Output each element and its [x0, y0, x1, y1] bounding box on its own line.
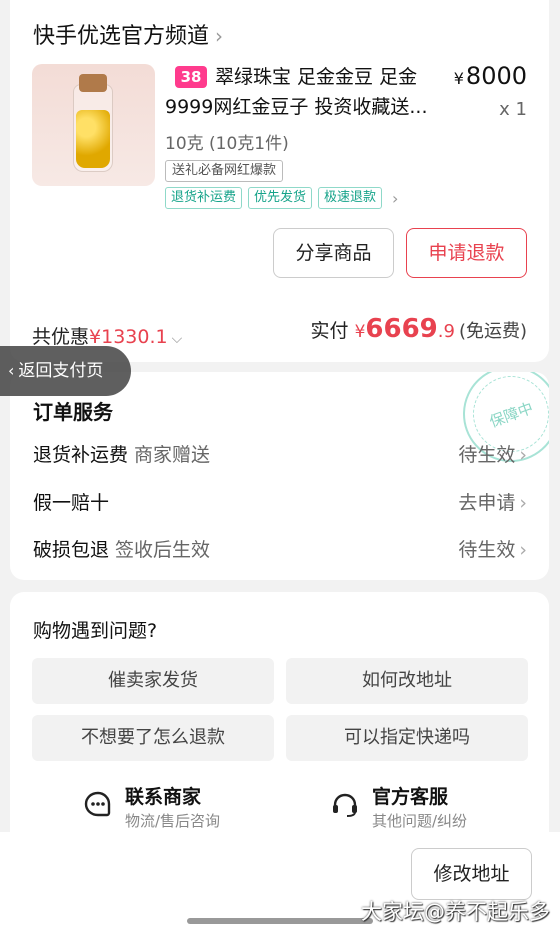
service-row-return-shipping[interactable]: 退货补运费 商家赠送 待生效 › — [33, 440, 527, 470]
shop-name: 快手优选官方频道 — [33, 24, 210, 49]
service-tag: 退货补运费 — [165, 187, 243, 209]
contact-title: 官方客服 — [372, 786, 449, 808]
shop-name-link[interactable]: 快手优选官方频道 › — [33, 18, 223, 50]
modify-address-button[interactable]: 修改地址 — [411, 848, 532, 900]
paid-currency: ¥ — [354, 322, 366, 342]
status-text: 待生效 — [458, 539, 516, 561]
gift-tag: 送礼必备网红爆款 — [165, 160, 284, 182]
question-button[interactable]: 催卖家发货 — [32, 658, 274, 704]
order-services-card: 订单服务 保障中 退货补运费 商家赠送 待生效 › 假一赔十 去申请 › 破损包退 签收… — [10, 372, 549, 580]
chevron-right-icon: › — [392, 188, 399, 208]
official-service-button[interactable]: 官方客服 其他问题/纠纷 — [330, 782, 510, 832]
paid-decimal: .9 — [437, 321, 455, 342]
service-status: 去申请 › — [458, 488, 527, 515]
promo-38-badge: 38 — [175, 66, 207, 88]
chevron-left-icon: ‹ — [8, 361, 15, 380]
share-product-button[interactable]: 分享商品 — [273, 228, 394, 278]
question-button[interactable]: 如何改地址 — [286, 658, 528, 704]
bottom-action-bar: 修改地址 大家坛@养不起乐多 — [0, 832, 560, 936]
service-row-fake-compensation[interactable]: 假一赔十 去申请 › — [33, 488, 527, 518]
service-tag: 极速退款 — [318, 187, 383, 209]
product-spec: 10克 (10克1件) — [165, 134, 289, 154]
home-indicator[interactable] — [187, 918, 373, 924]
price-currency: ¥ — [453, 69, 464, 88]
paid-integer: 6669 — [365, 314, 438, 344]
chevron-right-icon: › — [519, 539, 527, 561]
contact-sub: 其他问题/纠纷 — [372, 812, 468, 830]
service-sub: 商家赠送 — [134, 444, 211, 466]
amount-paid: 实付 ¥6669.9 (免运费) — [311, 314, 527, 344]
order-item-card: 快手优选官方频道 › 翠绿珠宝 足金金豆 足金9999网红金豆子 投资收藏送...… — [10, 0, 549, 362]
chat-icon — [84, 791, 111, 817]
contact-title: 联系商家 — [125, 786, 202, 808]
watermark: 大家坛@养不起乐多 — [361, 900, 550, 924]
chevron-right-icon: › — [215, 24, 224, 48]
discount-amount: ¥1330.1 — [89, 326, 168, 348]
headset-icon — [333, 793, 357, 817]
chevron-right-icon: › — [519, 444, 527, 466]
back-to-payment-label: 返回支付页 — [18, 361, 104, 381]
service-tags[interactable]: 退货补运费 优先发货 极速退款 › — [165, 187, 398, 209]
service-status: 待生效 › — [458, 535, 527, 562]
services-title: 订单服务 — [33, 400, 113, 424]
chevron-right-icon: › — [519, 492, 527, 514]
product-price: ¥8000 — [454, 62, 527, 90]
service-name: 假一赔十 — [33, 492, 110, 514]
contact-sub: 物流/售后咨询 — [125, 812, 221, 830]
product-thumbnail[interactable] — [32, 64, 155, 186]
service-name: 退货补运费 — [33, 444, 129, 466]
total-discount[interactable]: 共优惠¥1330.1 ⌵ — [32, 322, 182, 349]
contact-merchant-button[interactable]: 联系商家 物流/售后咨询 — [83, 782, 253, 832]
request-refund-button[interactable]: 申请退款 — [406, 228, 527, 278]
service-tag: 优先发货 — [248, 187, 313, 209]
question-button[interactable]: 不想要了怎么退款 — [32, 715, 274, 761]
gold-beans-shape — [76, 110, 110, 168]
status-text: 去申请 — [458, 492, 516, 514]
service-name: 破损包退 — [33, 539, 110, 561]
service-sub: 签收后生效 — [115, 539, 211, 561]
price-value: 8000 — [465, 62, 527, 90]
status-text: 待生效 — [458, 444, 516, 466]
shipping-note: (免运费) — [458, 321, 527, 342]
paid-label: 实付 — [310, 320, 349, 342]
question-button[interactable]: 可以指定快递吗 — [286, 715, 528, 761]
product-quantity: x 1 — [499, 99, 527, 120]
service-row-damage-return[interactable]: 破损包退 签收后生效 待生效 › — [33, 535, 527, 565]
help-title: 购物遇到问题? — [33, 620, 158, 642]
back-to-payment-button[interactable]: ‹ 返回支付页 — [0, 346, 131, 396]
cork-shape — [79, 74, 107, 92]
discount-label: 共优惠 — [32, 326, 90, 348]
service-status: 待生效 › — [458, 440, 527, 467]
chevron-down-icon: ⌵ — [171, 331, 183, 347]
